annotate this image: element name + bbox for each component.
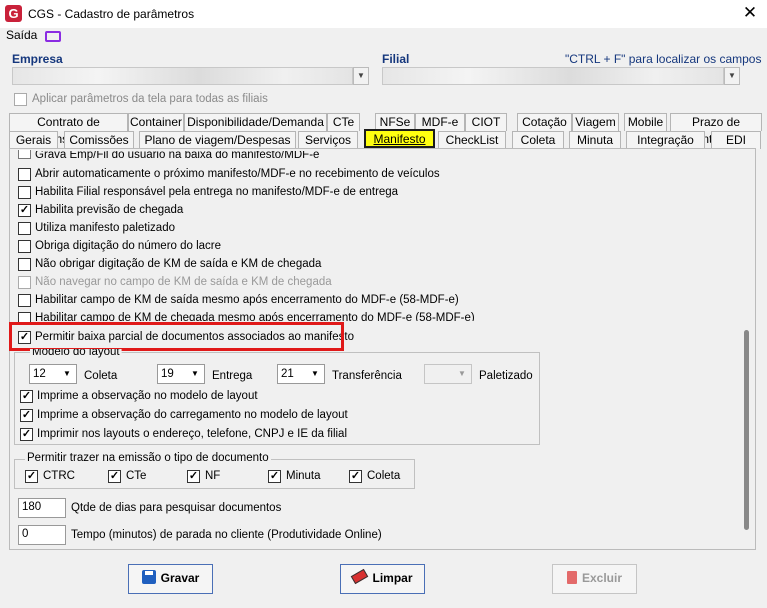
floppy-disk-icon [141,570,156,584]
chevron-down-icon: ▼ [311,369,319,378]
tab-integracao[interactable]: Integração [626,131,705,149]
option-label: Habilita previsão de chegada [35,204,184,216]
monitor-icon[interactable] [45,31,61,42]
layout-checkbox[interactable]: ✓ [20,390,33,403]
transferencia-layout-label: Transferência [332,370,402,382]
highlight-box [9,322,344,351]
tab-checklist[interactable]: CheckList [438,131,506,149]
tab-minuta[interactable]: Minuta [569,131,621,149]
tab-gerais[interactable]: Gerais [9,131,58,149]
limpar-button[interactable]: Limpar [340,564,425,594]
tempo-input[interactable]: 0 [18,525,66,545]
chevron-down-icon: ▼ [458,369,466,378]
trash-icon [566,571,577,584]
tab-ciot[interactable]: CIOT [465,113,507,131]
vertical-scrollbar[interactable] [742,150,755,548]
option-checkbox[interactable]: ✓ [18,204,31,217]
option-label: Habilita Filial responsável pela entrega… [35,186,399,198]
layout-check-label: Imprimir nos layouts o endereço, telefon… [37,428,348,440]
tab-plano-viagem[interactable]: Plano de viagem/Despesas [139,131,296,149]
doc-type-checkbox[interactable]: ✓ [268,470,281,483]
entrega-layout-select[interactable]: 19 ▼ [157,364,205,384]
tab-mobile[interactable]: Mobile [624,113,667,131]
transferencia-layout-select[interactable]: 21 ▼ [277,364,325,384]
window-title: CGS - Cadastro de parâmetros [28,7,195,21]
option-checkbox[interactable] [18,258,31,271]
doc-type-checkbox[interactable]: ✓ [349,470,362,483]
filial-select[interactable] [382,67,724,85]
qtde-dias-input[interactable]: 180 [18,498,66,518]
option-label: Habilitar campo de KM de saída mesmo apó… [35,294,459,306]
tab-manifesto[interactable]: Manifesto [364,129,435,148]
doc-type-label: CTe [126,470,147,482]
excluir-button[interactable]: Excluir [552,564,637,594]
tab-cotacao[interactable]: Cotação [517,113,572,131]
doc-type-label: Coleta [367,470,401,482]
eraser-icon [351,568,369,585]
option-checkbox[interactable] [18,186,31,199]
layout-checkbox[interactable]: ✓ [20,428,33,441]
tab-disponibilidade[interactable]: Disponibilidade/Demanda [184,113,327,131]
doc-type-label: NF [205,470,221,482]
tab-cte[interactable]: CTe [327,113,360,131]
option-label: Não obrigar digitação de KM de saída e K… [35,258,322,270]
empresa-dropdown-icon[interactable]: ▼ [353,67,369,85]
aplicar-label: Aplicar parâmetros da tela para todas as… [32,93,268,105]
qtde-dias-label: Qtde de dias para pesquisar documentos [71,502,282,514]
search-hint: "CTRL + F" para localizar os campos [565,52,762,66]
layout-checkbox[interactable]: ✓ [20,409,33,422]
tab-container[interactable]: Container [128,113,184,131]
aplicar-checkbox[interactable] [14,93,27,106]
empresa-select[interactable] [12,67,353,85]
option-label: Utiliza manifesto paletizado [35,222,175,234]
layout-check-label: Imprime a observação do carregamento no … [37,409,348,421]
menu-saida[interactable]: Saída [6,28,37,42]
doc-type-label: CTRC [43,470,75,482]
doc-type-checkbox[interactable]: ✓ [187,470,200,483]
paletizado-layout-select[interactable]: ▼ [424,364,472,384]
scrollbar-thumb[interactable] [744,330,749,530]
tab-viagem[interactable]: Viagem [572,113,619,131]
coleta-layout-label: Coleta [84,370,118,382]
option-checkbox[interactable] [18,276,31,289]
option-label: Não navegar no campo de KM de saída e KM… [35,276,332,288]
chevron-down-icon: ▼ [191,369,199,378]
doc-type-checkbox[interactable]: ✓ [25,470,38,483]
option-checkbox[interactable] [18,294,31,307]
tab-contrato-transporte[interactable]: Contrato de transporte [9,113,128,146]
empresa-label: Empresa [12,52,63,66]
doc-type-checkbox[interactable]: ✓ [108,470,121,483]
option-label: Abrir automaticamente o próximo manifest… [35,168,440,180]
layout-check-label: Imprime a observação no modelo de layout [37,390,258,402]
doc-type-label: Minuta [286,470,321,482]
paletizado-layout-label: Paletizado [479,370,533,382]
app-logo-icon: G [5,5,22,22]
tab-edi[interactable]: EDI [711,131,761,149]
tab-comissoes[interactable]: Comissões [64,131,134,149]
option-checkbox[interactable] [18,222,31,235]
filial-label: Filial [382,52,410,66]
tempo-label: Tempo (minutos) de parada no cliente (Pr… [71,529,382,541]
option-label: Obriga digitação do número do lacre [35,240,222,252]
tab-servicos[interactable]: Serviços [298,131,358,149]
coleta-layout-select[interactable]: 12 ▼ [29,364,77,384]
option-checkbox[interactable] [18,240,31,253]
filial-dropdown-icon[interactable]: ▼ [724,67,740,85]
option-checkbox[interactable] [18,150,31,159]
doc-types-title: Permitir trazer na emissão o tipo de doc… [25,452,271,464]
option-checkbox[interactable] [18,168,31,181]
entrega-layout-label: Entrega [212,370,253,382]
tab-coleta[interactable]: Coleta [512,131,564,149]
tab-prazo-entrega[interactable]: Prazo de entrega [670,113,762,146]
chevron-down-icon: ▼ [63,369,71,378]
gravar-button[interactable]: Gravar [128,564,213,594]
close-icon[interactable]: ✕ [738,3,762,25]
